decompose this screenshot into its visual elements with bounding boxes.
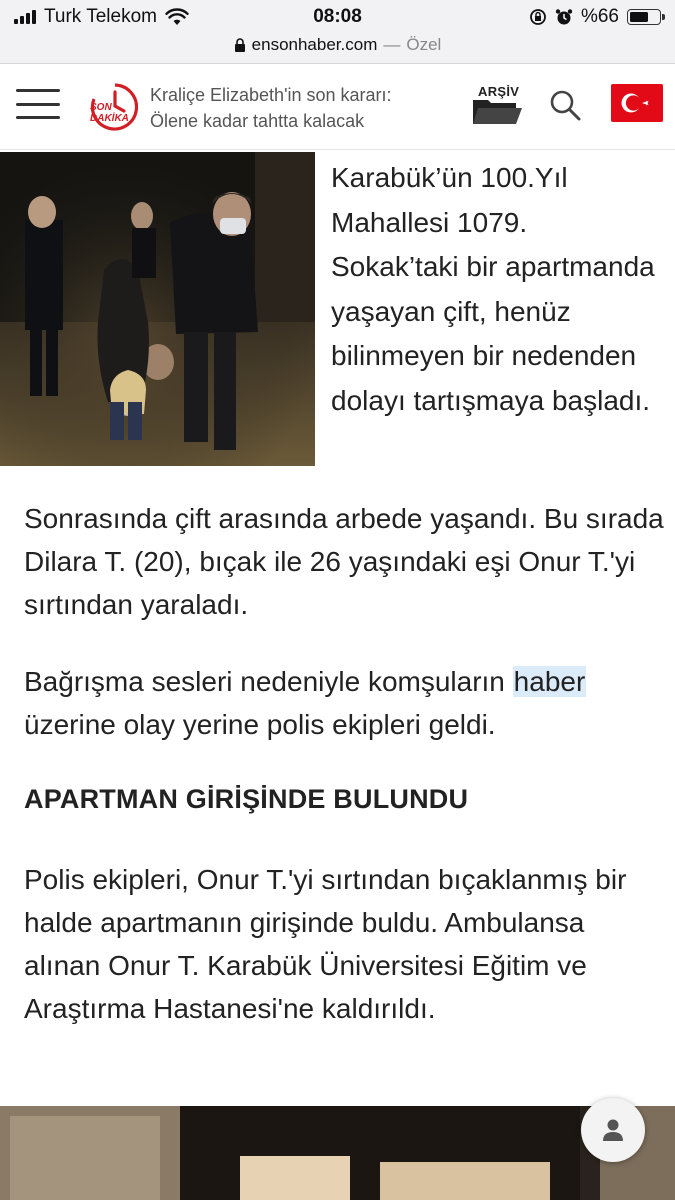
rotation-lock-icon <box>530 9 546 25</box>
son-dakika-logo[interactable]: SON DAKİKA <box>88 82 138 132</box>
folder-icon <box>473 100 522 124</box>
alarm-icon <box>555 9 573 25</box>
url-host: ensonhaber.com <box>251 35 378 54</box>
haber-link[interactable]: haber <box>512 666 587 697</box>
menu-icon[interactable] <box>16 89 60 119</box>
article-subheading: APARTMAN GİRİŞİNDE BULUNDU <box>24 784 469 814</box>
article-paragraph-3: Bağrışma sesleri nedeniyle komşuların ha… <box>24 660 664 746</box>
url-separator: — <box>383 35 401 54</box>
article-paragraph-2: Sonrasında çift arasında arbede yaşandı.… <box>24 503 664 620</box>
battery-fill <box>630 12 649 22</box>
site-header: SON DAKİKA Kraliçe Elizabeth'in son kara… <box>0 64 675 150</box>
article-photo[interactable] <box>0 152 315 466</box>
browser-top-bar: Turk Telekom 08:08 %66 ensonhaber.com — <box>0 0 675 64</box>
battery-percent: %66 <box>580 6 619 27</box>
logo-line2: DAKİKA <box>90 111 129 124</box>
paragraph-3-start: Bağrışma sesleri nedeniyle komşuların <box>24 666 513 697</box>
url-bar[interactable]: ensonhaber.com — Özel <box>0 33 675 57</box>
archive-button[interactable]: ARŞİV <box>470 84 524 128</box>
article-intro-paragraph: Karabük’ün 100.Yıl Mahallesi 1079. Sokak… <box>331 162 655 416</box>
article-photo-2[interactable] <box>0 1106 675 1200</box>
private-mode-label: Özel <box>406 35 442 54</box>
paragraph-3-end: üzerine olay yerine polis ekipleri geldi… <box>24 709 496 740</box>
battery-icon <box>627 9 665 25</box>
logo-line1: SON <box>90 102 112 113</box>
breaking-news-ticker[interactable]: Kraliçe Elizabeth'in son kararı: Ölene k… <box>150 82 435 134</box>
lock-icon <box>234 37 245 52</box>
search-icon[interactable] <box>548 88 582 122</box>
user-icon <box>603 1119 623 1141</box>
turkish-flag-icon[interactable] <box>611 84 663 122</box>
profile-button[interactable] <box>581 1098 645 1162</box>
status-right: %66 <box>529 6 665 28</box>
article-paragraph-4: Polis ekipleri, Onur T.'yi sırtından bıç… <box>24 864 627 1024</box>
